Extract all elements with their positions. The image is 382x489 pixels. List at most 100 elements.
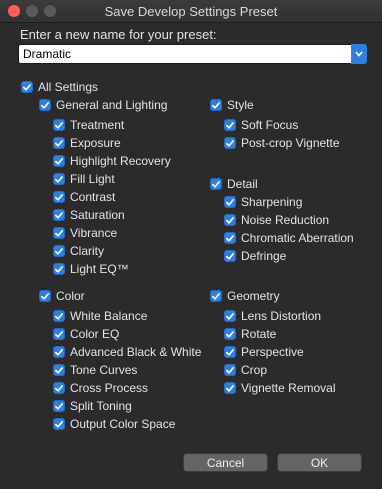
setting-post-crop-vignette-row[interactable]: Post-crop Vignette [224, 135, 340, 151]
checkmark-icon [55, 139, 63, 147]
setting-defringe-row[interactable]: Defringe [224, 248, 286, 264]
setting-light-eq-checkbox[interactable] [53, 263, 65, 275]
setting-lens-distortion-row[interactable]: Lens Distortion [224, 308, 321, 324]
setting-defringe-label: Defringe [241, 249, 287, 263]
setting-color-eq-checkbox[interactable] [53, 328, 65, 340]
setting-output-color-space-checkbox[interactable] [53, 418, 65, 430]
setting-rotate-checkbox[interactable] [224, 328, 236, 340]
setting-tone-curves-row[interactable]: Tone Curves [53, 362, 137, 378]
setting-perspective-label: Perspective [241, 345, 304, 359]
group-detail-checkbox[interactable] [210, 178, 222, 190]
setting-split-toning-checkbox[interactable] [53, 400, 65, 412]
setting-color-eq-row[interactable]: Color EQ [53, 326, 119, 342]
setting-soft-focus-row[interactable]: Soft Focus [224, 117, 298, 133]
setting-post-crop-vignette-checkbox[interactable] [224, 137, 236, 149]
setting-vignette-removal-checkbox[interactable] [224, 382, 236, 394]
setting-cross-process-row[interactable]: Cross Process [53, 380, 148, 396]
group-style-checkbox[interactable] [210, 99, 222, 111]
setting-rotate-label: Rotate [241, 327, 277, 341]
checkmark-icon [212, 180, 220, 188]
checkmark-icon [41, 292, 49, 300]
checkmark-icon [212, 292, 220, 300]
setting-treatment-row[interactable]: Treatment [53, 117, 124, 133]
setting-saturation-row[interactable]: Saturation [53, 207, 125, 223]
checkmark-icon [23, 83, 31, 91]
setting-highlight-recovery-row[interactable]: Highlight Recovery [53, 153, 171, 169]
setting-clarity-row[interactable]: Clarity [53, 243, 104, 259]
preset-name-combobox[interactable]: Dramatic [18, 44, 367, 64]
setting-contrast-label: Contrast [70, 190, 116, 204]
setting-treatment-checkbox[interactable] [53, 119, 65, 131]
setting-fill-light-checkbox[interactable] [53, 173, 65, 185]
setting-noise-reduction-row[interactable]: Noise Reduction [224, 212, 329, 228]
group-geometry-checkbox[interactable] [210, 290, 222, 302]
setting-split-toning-label: Split Toning [70, 399, 132, 413]
ok-button[interactable]: OK [277, 453, 362, 472]
preset-dropdown-button[interactable] [351, 44, 367, 64]
setting-saturation-checkbox[interactable] [53, 209, 65, 221]
window-title: Save Develop Settings Preset [104, 4, 278, 19]
setting-exposure-row[interactable]: Exposure [53, 135, 121, 151]
group-color-checkbox[interactable] [39, 290, 51, 302]
group-geometry-row[interactable]: Geometry [210, 288, 280, 304]
setting-perspective-checkbox[interactable] [224, 346, 236, 358]
group-color-row[interactable]: Color [39, 288, 85, 304]
setting-clarity-checkbox[interactable] [53, 245, 65, 257]
setting-advanced-black-and-white-row[interactable]: Advanced Black & White [53, 344, 201, 360]
setting-vibrance-row[interactable]: Vibrance [53, 225, 117, 241]
group-detail-row[interactable]: Detail [210, 176, 258, 192]
checkmark-icon [226, 384, 234, 392]
setting-lens-distortion-checkbox[interactable] [224, 310, 236, 322]
setting-chromatic-aberration-label: Chromatic Aberration [241, 231, 354, 245]
group-style-row[interactable]: Style [210, 97, 254, 113]
checkmark-icon [226, 234, 234, 242]
setting-output-color-space-row[interactable]: Output Color Space [53, 416, 175, 432]
setting-rotate-row[interactable]: Rotate [224, 326, 276, 342]
setting-highlight-recovery-checkbox[interactable] [53, 155, 65, 167]
setting-light-eq-label: Light EQ™ [70, 262, 129, 276]
checkmark-icon [55, 121, 63, 129]
all-settings-checkbox[interactable] [21, 81, 33, 93]
setting-white-balance-row[interactable]: White Balance [53, 308, 147, 324]
setting-chromatic-aberration-row[interactable]: Chromatic Aberration [224, 230, 354, 246]
setting-split-toning-row[interactable]: Split Toning [53, 398, 132, 414]
setting-light-eq-row[interactable]: Light EQ™ [53, 261, 129, 277]
setting-sharpening-checkbox[interactable] [224, 196, 236, 208]
setting-chromatic-aberration-checkbox[interactable] [224, 232, 236, 244]
setting-soft-focus-checkbox[interactable] [224, 119, 236, 131]
setting-vignette-removal-row[interactable]: Vignette Removal [224, 380, 336, 396]
setting-crop-checkbox[interactable] [224, 364, 236, 376]
setting-tone-curves-checkbox[interactable] [53, 364, 65, 376]
checkmark-icon [226, 366, 234, 374]
checkmark-icon [226, 139, 234, 147]
setting-exposure-checkbox[interactable] [53, 137, 65, 149]
setting-white-balance-checkbox[interactable] [53, 310, 65, 322]
setting-sharpening-row[interactable]: Sharpening [224, 194, 302, 210]
checkmark-icon [55, 312, 63, 320]
setting-fill-light-row[interactable]: Fill Light [53, 171, 115, 187]
setting-crop-row[interactable]: Crop [224, 362, 267, 378]
checkmark-icon [226, 348, 234, 356]
setting-noise-reduction-checkbox[interactable] [224, 214, 236, 226]
checkmark-icon [55, 384, 63, 392]
setting-defringe-checkbox[interactable] [224, 250, 236, 262]
setting-contrast-row[interactable]: Contrast [53, 189, 115, 205]
setting-perspective-row[interactable]: Perspective [224, 344, 304, 360]
checkmark-icon [226, 330, 234, 338]
checkmark-icon [55, 247, 63, 255]
group-general-row[interactable]: General and Lighting [39, 97, 167, 113]
group-general-label: General and Lighting [56, 98, 168, 112]
all-settings-row[interactable]: All Settings [21, 79, 98, 95]
setting-soft-focus-label: Soft Focus [241, 118, 299, 132]
preset-name-value[interactable]: Dramatic [23, 47, 71, 61]
group-general-checkbox[interactable] [39, 99, 51, 111]
checkmark-icon [226, 252, 234, 260]
checkmark-icon [226, 198, 234, 206]
setting-vibrance-checkbox[interactable] [53, 227, 65, 239]
setting-advanced-black-and-white-checkbox[interactable] [53, 346, 65, 358]
setting-contrast-checkbox[interactable] [53, 191, 65, 203]
checkmark-icon [55, 229, 63, 237]
cancel-button[interactable]: Cancel [183, 453, 268, 472]
setting-advanced-black-and-white-label: Advanced Black & White [70, 345, 202, 359]
setting-cross-process-checkbox[interactable] [53, 382, 65, 394]
